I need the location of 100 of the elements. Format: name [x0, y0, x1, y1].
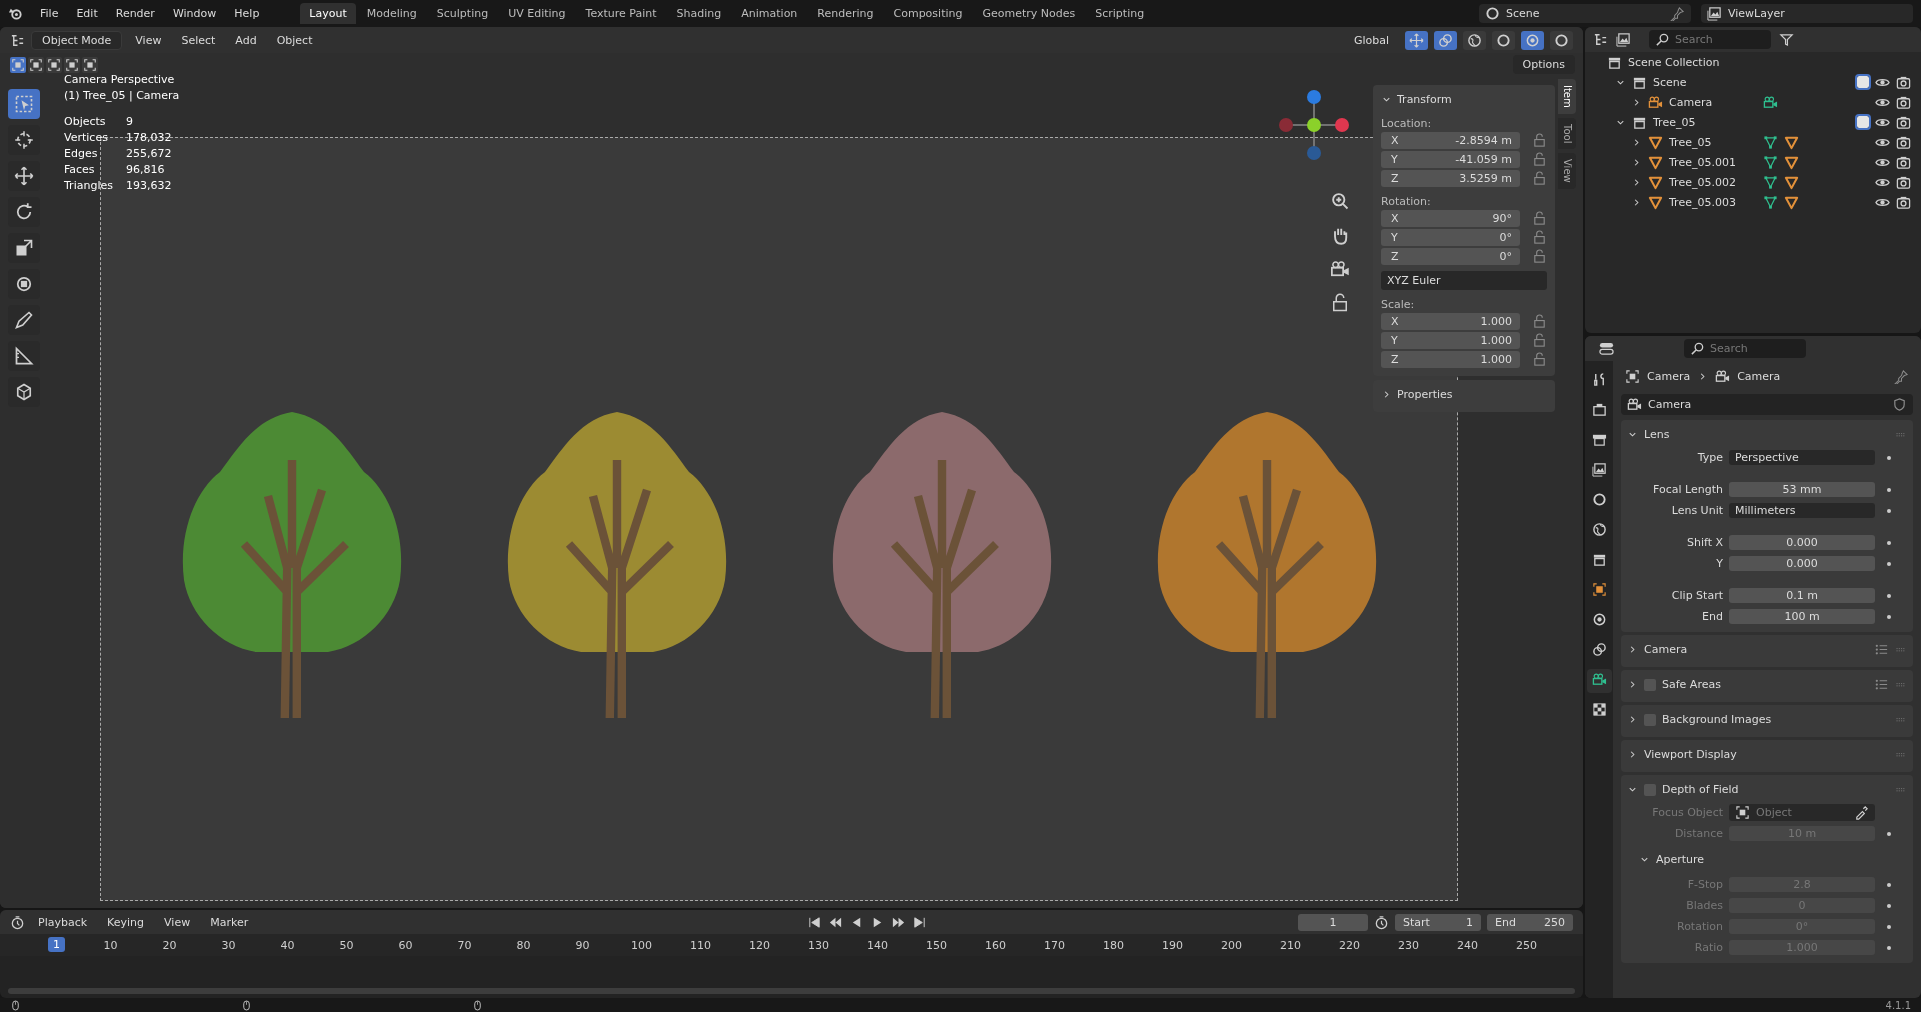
- cube-icon[interactable]: [14, 382, 34, 402]
- tree-item[interactable]: Tree_05.002: [1669, 175, 1757, 189]
- tree-item[interactable]: Tree_05.003: [1669, 195, 1757, 209]
- menu-item[interactable]: Add: [228, 31, 264, 49]
- checkbox[interactable]: [1644, 713, 1656, 726]
- camera-icon[interactable]: [1330, 259, 1350, 279]
- overlay-toggle-icon[interactable]: [1438, 32, 1453, 48]
- rendered-shading-icon[interactable]: [1554, 32, 1569, 48]
- menu-item[interactable]: Playback: [31, 913, 95, 931]
- transform-icon[interactable]: [14, 274, 34, 294]
- material-shading-icon[interactable]: [1525, 32, 1540, 48]
- gizmo-toggle-icon[interactable]: [1409, 32, 1424, 48]
- workspace-tab[interactable]: Compositing: [884, 3, 972, 24]
- workspace-tab[interactable]: Scripting: [1086, 3, 1154, 24]
- camera-icon[interactable]: [1591, 672, 1607, 687]
- number-field[interactable]: Z 3.5259 m: [1381, 170, 1520, 187]
- select-mode-icon[interactable]: [46, 57, 62, 73]
- wireframe-shading-icon[interactable]: [1467, 32, 1482, 48]
- mesh-data-icon[interactable]: [1763, 174, 1778, 190]
- keyframe-dot-icon[interactable]: [1887, 455, 1891, 460]
- tree-item[interactable]: Scene: [1653, 75, 1687, 89]
- menu-item[interactable]: Help: [227, 5, 267, 22]
- filter-icon[interactable]: [1779, 32, 1794, 47]
- number-field[interactable]: 100 m: [1729, 609, 1875, 624]
- panel-title[interactable]: Lens: [1644, 428, 1670, 441]
- material-icon[interactable]: [1784, 134, 1799, 150]
- lock-icon[interactable]: [1330, 293, 1350, 313]
- blender-logo-icon[interactable]: [8, 6, 23, 21]
- playhead[interactable]: 1: [48, 937, 65, 952]
- keyframe-dot-icon[interactable]: [1887, 487, 1891, 492]
- panel-title[interactable]: Background Images: [1662, 713, 1772, 726]
- keyframe-dot-icon[interactable]: [1887, 614, 1891, 619]
- tree-item[interactable]: Tree_05.001: [1669, 155, 1757, 169]
- material-icon[interactable]: [1784, 154, 1799, 170]
- sidebar-tab[interactable]: View: [1558, 153, 1576, 189]
- workspace-tab[interactable]: Animation: [732, 3, 807, 24]
- render-camera-icon[interactable]: [1896, 134, 1911, 150]
- select-mode-icon[interactable]: [28, 57, 44, 73]
- number-field[interactable]: Z 0°: [1381, 248, 1520, 265]
- menu-item[interactable]: View: [157, 913, 198, 931]
- menu-item[interactable]: View: [128, 31, 169, 49]
- lock-icon[interactable]: [1532, 333, 1547, 348]
- wrench-icon[interactable]: [1591, 372, 1607, 387]
- sidebar-tab[interactable]: Item: [1558, 79, 1576, 114]
- workspace-tab[interactable]: Layout: [300, 3, 356, 24]
- panel-title[interactable]: Viewport Display: [1644, 748, 1737, 761]
- number-field[interactable]: Y -41.059 m: [1381, 151, 1520, 168]
- number-field[interactable]: 53 mm: [1729, 482, 1875, 497]
- search-field[interactable]: Search: [1649, 30, 1771, 49]
- camera-icon[interactable]: [1627, 397, 1642, 412]
- panel-title[interactable]: Properties: [1397, 387, 1453, 401]
- menu-item[interactable]: Render: [108, 5, 162, 22]
- editor-type-icon[interactable]: [10, 32, 25, 48]
- lock-icon[interactable]: [1532, 171, 1547, 186]
- cursor-icon[interactable]: [14, 130, 34, 150]
- keyframe-dot-icon[interactable]: [1887, 540, 1891, 545]
- lock-icon[interactable]: [1532, 249, 1547, 264]
- select-mode-icon[interactable]: [82, 57, 98, 73]
- select-mode-icon[interactable]: [10, 57, 26, 73]
- options-dropdown[interactable]: Options: [1512, 55, 1575, 74]
- editor-type-icon[interactable]: [1599, 341, 1614, 356]
- search-field[interactable]: Search: [1684, 339, 1806, 358]
- panel-title[interactable]: Camera: [1644, 643, 1688, 656]
- menu-item[interactable]: Keying: [100, 913, 152, 931]
- number-field[interactable]: 0.000: [1729, 556, 1875, 571]
- sidebar-tab[interactable]: Tool: [1558, 117, 1576, 150]
- presets-icon[interactable]: [1874, 677, 1889, 692]
- subpanel-title[interactable]: Aperture: [1656, 852, 1705, 866]
- number-field[interactable]: 0.1 m: [1729, 588, 1875, 603]
- checkbox[interactable]: [1644, 783, 1656, 796]
- workspace-tab[interactable]: Rendering: [808, 3, 883, 24]
- stopwatch-icon[interactable]: [1374, 914, 1389, 930]
- camera-data-icon[interactable]: [1763, 94, 1778, 110]
- end-frame-field[interactable]: End 250: [1487, 913, 1573, 931]
- clock-icon[interactable]: [10, 914, 25, 930]
- render-camera-icon[interactable]: [1896, 94, 1911, 110]
- skip-start-icon[interactable]: [806, 914, 822, 930]
- menu-item[interactable]: Object: [269, 31, 320, 49]
- menu-item[interactable]: Select: [174, 31, 223, 49]
- lock-icon[interactable]: [1532, 211, 1547, 226]
- printer-icon[interactable]: [1591, 432, 1607, 447]
- start-frame-field[interactable]: Start 1: [1395, 913, 1481, 931]
- workspace-tab[interactable]: Sculpting: [427, 3, 498, 24]
- image-icon[interactable]: [1616, 32, 1631, 47]
- zoom-icon[interactable]: [1330, 191, 1350, 211]
- menu-item[interactable]: Window: [165, 5, 224, 22]
- image-icon[interactable]: [1591, 462, 1607, 477]
- dropdown-field[interactable]: Perspective: [1729, 450, 1875, 465]
- material-icon[interactable]: [1784, 174, 1799, 190]
- checkbox[interactable]: [1857, 76, 1869, 88]
- checkbox[interactable]: [1857, 116, 1869, 128]
- keyframe-dot-icon[interactable]: [1887, 593, 1891, 598]
- lock-icon[interactable]: [1532, 152, 1547, 167]
- menu-item[interactable]: Edit: [69, 5, 105, 22]
- rotate-icon[interactable]: [14, 202, 34, 222]
- box-icon[interactable]: [1591, 552, 1607, 567]
- mesh-data-icon[interactable]: [1763, 134, 1778, 150]
- number-field[interactable]: Y 1.000: [1381, 332, 1520, 349]
- number-field[interactable]: Z 1.000: [1381, 351, 1520, 368]
- render-camera-icon[interactable]: [1896, 114, 1911, 130]
